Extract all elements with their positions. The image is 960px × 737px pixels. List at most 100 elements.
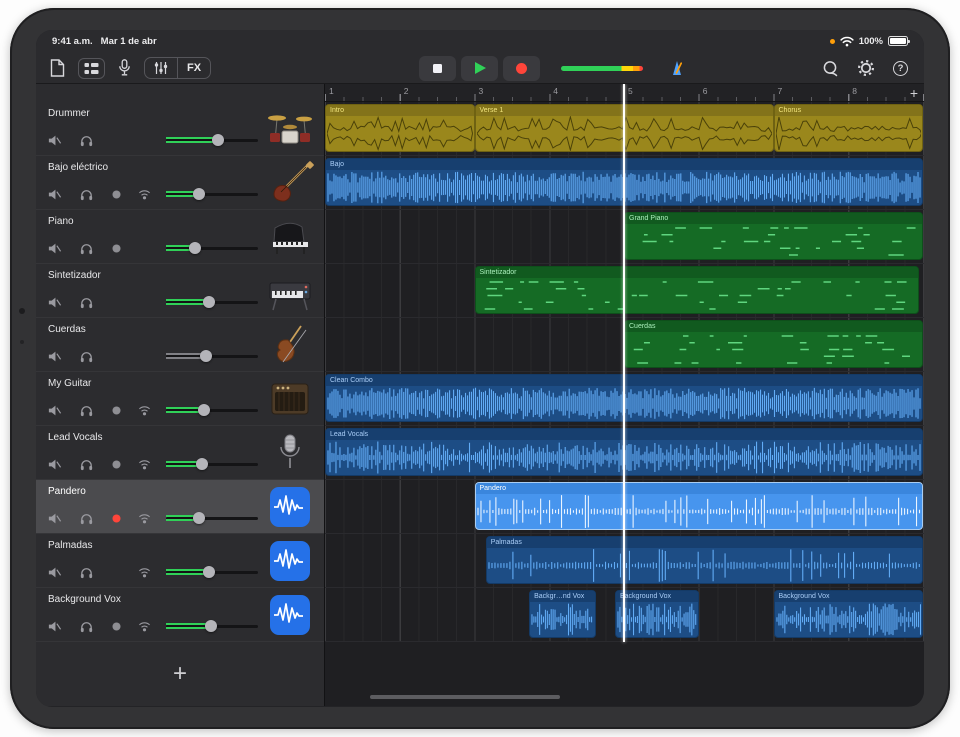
track-header-palmadas[interactable]: Palmadas bbox=[36, 534, 324, 588]
track-header-sintetizador[interactable]: Sintetizador bbox=[36, 264, 324, 318]
mute-icon[interactable] bbox=[46, 294, 62, 310]
volume-slider[interactable] bbox=[166, 510, 258, 526]
master-volume-slider[interactable] bbox=[561, 66, 643, 71]
volume-slider-knob[interactable] bbox=[205, 620, 217, 632]
volume-slider-knob[interactable] bbox=[196, 458, 208, 470]
record-enable-icon[interactable] bbox=[108, 402, 124, 418]
volume-slider[interactable] bbox=[166, 402, 258, 418]
record-button[interactable] bbox=[503, 56, 540, 81]
region-background-vox[interactable]: Background Vox bbox=[774, 590, 924, 638]
input-monitor-icon[interactable] bbox=[136, 564, 152, 580]
synth-instrument-icon[interactable] bbox=[264, 269, 316, 313]
region-label: Pandero bbox=[476, 483, 923, 494]
solo-headphones-icon[interactable] bbox=[78, 618, 94, 634]
solo-headphones-icon[interactable] bbox=[78, 186, 94, 202]
track-header-bajo-el-ctrico[interactable]: Bajo eléctrico bbox=[36, 156, 324, 210]
region-cuerdas[interactable]: Cuerdas bbox=[624, 320, 923, 368]
volume-slider-knob[interactable] bbox=[203, 566, 215, 578]
region-chorus[interactable]: Chorus bbox=[774, 104, 924, 152]
region-background-vox[interactable]: Background Vox bbox=[615, 590, 699, 638]
drums-instrument-icon[interactable] bbox=[264, 107, 316, 151]
input-monitor-icon[interactable] bbox=[136, 456, 152, 472]
track-header-cuerdas[interactable]: Cuerdas bbox=[36, 318, 324, 372]
track-header-background-vox[interactable]: Background Vox bbox=[36, 588, 324, 642]
input-monitor-icon[interactable] bbox=[136, 186, 152, 202]
mute-icon[interactable] bbox=[46, 132, 62, 148]
track-header-my-guitar[interactable]: My Guitar bbox=[36, 372, 324, 426]
help-button[interactable]: ? bbox=[893, 61, 908, 76]
volume-slider-knob[interactable] bbox=[193, 188, 205, 200]
stop-button[interactable] bbox=[419, 56, 456, 81]
mute-icon[interactable] bbox=[46, 510, 62, 526]
record-enable-icon[interactable] bbox=[108, 186, 124, 202]
region-grand-piano[interactable]: Grand Piano bbox=[624, 212, 923, 260]
solo-headphones-icon[interactable] bbox=[78, 348, 94, 364]
bass-instrument-icon[interactable] bbox=[264, 161, 316, 205]
loop-browser-button[interactable] bbox=[822, 60, 839, 77]
wave-instrument-icon[interactable] bbox=[264, 593, 316, 637]
input-monitor-icon[interactable] bbox=[136, 618, 152, 634]
tracks-view-button[interactable] bbox=[78, 58, 105, 79]
mute-icon[interactable] bbox=[46, 402, 62, 418]
solo-headphones-icon[interactable] bbox=[78, 456, 94, 472]
solo-headphones-icon[interactable] bbox=[78, 132, 94, 148]
record-enable-icon[interactable] bbox=[108, 456, 124, 472]
solo-headphones-icon[interactable] bbox=[78, 402, 94, 418]
ruler-add-button[interactable]: + bbox=[910, 84, 918, 102]
volume-slider[interactable] bbox=[166, 186, 258, 202]
input-monitor-icon[interactable] bbox=[136, 402, 152, 418]
volume-slider-knob[interactable] bbox=[198, 404, 210, 416]
amp-instrument-icon[interactable] bbox=[264, 377, 316, 421]
region-palmadas[interactable]: Palmadas bbox=[486, 536, 923, 584]
input-monitor-icon[interactable] bbox=[136, 510, 152, 526]
solo-headphones-icon[interactable] bbox=[78, 294, 94, 310]
mute-icon[interactable] bbox=[46, 186, 62, 202]
solo-headphones-icon[interactable] bbox=[78, 564, 94, 580]
volume-slider-knob[interactable] bbox=[212, 134, 224, 146]
region-intro[interactable]: Intro bbox=[325, 104, 475, 152]
record-enable-icon[interactable] bbox=[108, 240, 124, 256]
horizontal-scrollbar[interactable] bbox=[370, 695, 560, 699]
solo-headphones-icon[interactable] bbox=[78, 240, 94, 256]
region-sintetizador[interactable]: Sintetizador bbox=[475, 266, 920, 314]
track-header-piano[interactable]: Piano bbox=[36, 210, 324, 264]
mic-instrument-icon[interactable] bbox=[264, 431, 316, 475]
settings-button[interactable] bbox=[857, 59, 875, 77]
volume-slider[interactable] bbox=[166, 240, 258, 256]
volume-slider-knob[interactable] bbox=[189, 242, 201, 254]
volume-slider[interactable] bbox=[166, 132, 258, 148]
fx-button[interactable]: FX bbox=[177, 58, 210, 78]
mute-icon[interactable] bbox=[46, 564, 62, 580]
song-browser-button[interactable] bbox=[50, 59, 65, 77]
volume-slider[interactable] bbox=[166, 618, 258, 634]
volume-slider[interactable] bbox=[166, 348, 258, 364]
strings-instrument-icon[interactable] bbox=[264, 323, 316, 367]
metronome-button[interactable] bbox=[668, 59, 686, 77]
track-header-drummer[interactable]: Drummer bbox=[36, 102, 324, 156]
volume-slider-knob[interactable] bbox=[193, 512, 205, 524]
record-enable-icon[interactable] bbox=[108, 510, 124, 526]
volume-slider-knob[interactable] bbox=[203, 296, 215, 308]
volume-slider-knob[interactable] bbox=[200, 350, 212, 362]
volume-slider[interactable] bbox=[166, 294, 258, 310]
volume-slider[interactable] bbox=[166, 564, 258, 580]
track-header-lead-vocals[interactable]: Lead Vocals bbox=[36, 426, 324, 480]
piano-instrument-icon[interactable] bbox=[264, 215, 316, 259]
solo-headphones-icon[interactable] bbox=[78, 510, 94, 526]
region-backgr-nd-vox[interactable]: Backgr…nd Vox bbox=[529, 590, 596, 638]
play-button[interactable] bbox=[461, 56, 498, 81]
track-header-pandero[interactable]: Pandero bbox=[36, 480, 324, 534]
wave-instrument-icon[interactable] bbox=[264, 539, 316, 583]
microphone-button[interactable] bbox=[118, 59, 131, 77]
mute-icon[interactable] bbox=[46, 456, 62, 472]
mixer-button[interactable] bbox=[145, 58, 177, 78]
mute-icon[interactable] bbox=[46, 348, 62, 364]
record-enable-icon[interactable] bbox=[108, 618, 124, 634]
mute-icon[interactable] bbox=[46, 618, 62, 634]
playhead[interactable] bbox=[623, 84, 625, 642]
region-pandero[interactable]: Pandero bbox=[475, 482, 924, 530]
wave-instrument-icon[interactable] bbox=[264, 485, 316, 529]
add-track-button[interactable]: + bbox=[36, 642, 324, 706]
mute-icon[interactable] bbox=[46, 240, 62, 256]
volume-slider[interactable] bbox=[166, 456, 258, 472]
